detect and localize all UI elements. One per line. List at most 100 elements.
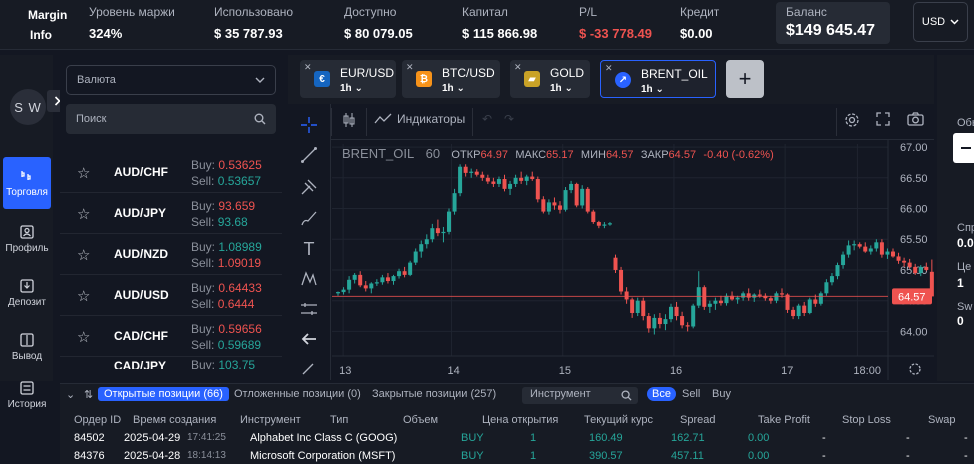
list-item[interactable]: ☆ CAD/CHF Buy: 0.59656 Sell: 0.59689 (60, 316, 282, 357)
tab-name: GOLD (550, 66, 585, 80)
collapse-tools-button[interactable] (298, 328, 320, 350)
star-icon[interactable]: ☆ (77, 205, 90, 223)
list-item[interactable]: ☆ AUD/USD Buy: 0.64433 Sell: 0.6444 (60, 275, 282, 316)
column-header[interactable]: Объем (403, 414, 438, 426)
buy-price[interactable]: 93.659 (218, 199, 255, 213)
nav-item-deposit[interactable]: Депозит (3, 267, 51, 319)
tab-timeframe[interactable]: 1h ⌄ (340, 83, 363, 94)
sell-price[interactable]: 1.09019 (218, 256, 261, 270)
filter-sell[interactable]: Sell (677, 387, 705, 401)
undo-icon: ↶ (482, 112, 493, 126)
column-header[interactable]: Stop Loss (842, 414, 891, 426)
nav-item-withdraw[interactable]: Вывод (3, 321, 51, 373)
instrument-search-input[interactable]: Поиск (66, 104, 276, 134)
candle-body (896, 256, 901, 261)
eraser-tool[interactable] (298, 360, 320, 376)
sell-price[interactable]: 0.6444 (218, 297, 255, 311)
x-tick-label: 14 (448, 365, 460, 377)
star-icon[interactable]: ☆ (77, 328, 90, 346)
nav-item-profile[interactable]: Профиль (3, 213, 51, 265)
crosshair-tool[interactable] (298, 114, 320, 136)
column-header[interactable]: Spread (680, 414, 715, 426)
column-header[interactable]: Цена открытия (482, 414, 558, 426)
close-icon[interactable]: ✕ (605, 63, 613, 74)
tab-timeframe[interactable]: 1h ⌄ (550, 83, 573, 94)
tab-open-positions[interactable]: Открытые позиции (66) (98, 387, 229, 401)
pitchfork-tool[interactable] (298, 176, 320, 198)
buy-price[interactable]: 0.64433 (218, 281, 261, 295)
buy-price[interactable]: 0.53625 (218, 158, 261, 172)
trend-line-tool[interactable] (298, 144, 320, 166)
nav-item-history[interactable]: История (3, 375, 51, 415)
candle-body (419, 244, 424, 252)
list-item[interactable]: ☆ AUD/NZD Buy: 1.08989 Sell: 1.09019 (60, 234, 282, 275)
star-icon[interactable]: ☆ (77, 164, 90, 182)
tab-pending-positions[interactable]: Отложенные позиции (0) (234, 388, 361, 400)
nav-item-trading[interactable]: Торговля (3, 157, 51, 209)
column-header[interactable]: Ордер ID (74, 414, 121, 426)
sell-price[interactable]: 93.68 (218, 215, 248, 229)
close-icon[interactable]: ✕ (304, 62, 312, 73)
candlestick-chart[interactable]: 64.0064.5065.0065.5066.0066.5067.0013141… (332, 140, 934, 380)
column-header[interactable]: Текущий курс (584, 414, 653, 426)
settings-button[interactable] (844, 112, 860, 128)
table-row[interactable]: 84502 2025-04-29 17:41:25 Alphabet Inc C… (60, 432, 974, 448)
filter-all[interactable]: Все (647, 387, 676, 401)
sort-icon[interactable]: ⇅ (84, 388, 93, 401)
close-icon[interactable]: ✕ (514, 62, 522, 73)
add-tab-button[interactable]: + (726, 60, 764, 98)
divider (366, 108, 367, 136)
sell-price[interactable]: 0.59689 (218, 338, 261, 352)
list-item[interactable]: CAD/JPY Buy: 103.75 (60, 357, 282, 369)
indicators-button[interactable]: Индикаторы (374, 112, 465, 126)
text-tool[interactable]: T (298, 238, 320, 260)
column-header[interactable]: Take Profit (758, 414, 810, 426)
divider (472, 108, 473, 136)
list-item[interactable]: ☆ AUD/JPY Buy: 93.659 Sell: 93.68 (60, 193, 282, 234)
table-row[interactable]: 84376 2025-04-28 18:14:13 Microsoft Corp… (60, 450, 974, 464)
undo-button[interactable]: ↶ (482, 112, 492, 126)
legend-change: -0.40 (-0.62%) (703, 149, 774, 161)
pattern-tool[interactable] (298, 268, 320, 290)
candle-body (741, 293, 746, 298)
category-select[interactable]: Валюта (66, 65, 276, 95)
close-icon[interactable]: ✕ (406, 62, 414, 73)
candle-type-button[interactable] (342, 112, 356, 128)
column-header[interactable]: Тип (330, 414, 348, 426)
fullscreen-button[interactable] (876, 112, 890, 126)
star-icon[interactable]: ☆ (77, 287, 90, 305)
tab-timeframe[interactable]: 1h ⌄ (442, 83, 465, 94)
buy-price[interactable]: 0.59656 (218, 322, 261, 336)
column-header[interactable]: Swap (928, 414, 956, 426)
column-header[interactable]: Инструмент (240, 414, 301, 426)
column-header[interactable]: Время создания (133, 414, 216, 426)
tab-closed-positions[interactable]: Закрытые позиции (257) (372, 388, 496, 400)
buy-price[interactable]: 1.08989 (218, 240, 261, 254)
gear-icon[interactable] (909, 363, 921, 375)
margin-info-button[interactable]: Margin Info (28, 5, 67, 45)
decrease-button[interactable] (953, 133, 974, 163)
redo-button[interactable]: ↷ (504, 112, 514, 126)
screenshot-button[interactable] (907, 112, 924, 126)
tab-timeframe[interactable]: 1h ⌄ (641, 84, 664, 95)
star-icon[interactable]: ☆ (77, 246, 90, 264)
legend-high: 65.17 (546, 149, 574, 161)
list-item[interactable]: ☆ AUD/CHF Buy: 0.53625 Sell: 0.53657 (60, 152, 282, 193)
currency-select[interactable]: USD (913, 2, 968, 42)
filter-buy[interactable]: Buy (707, 387, 736, 401)
instrument-filter-input[interactable]: Инструмент (522, 387, 638, 404)
buy-price[interactable]: 103.75 (218, 358, 255, 369)
timeframe-value: 1h (340, 83, 352, 94)
order-current-price: 162.71 (671, 432, 705, 444)
tab-eur-usd[interactable]: ✕ € EUR/USD 1h ⌄ (300, 60, 396, 98)
measure-tool[interactable] (298, 298, 320, 320)
brush-tool[interactable] (298, 207, 320, 229)
avatar[interactable]: S W (10, 89, 46, 125)
price-chart[interactable]: 64.0064.5065.0065.5066.0066.5067.0013141… (332, 140, 934, 380)
tab-gold[interactable]: ✕ ▰ GOLD 1h ⌄ (510, 60, 590, 98)
sell-price[interactable]: 0.53657 (218, 174, 261, 188)
candle-body (402, 271, 407, 275)
tab-brent-oil[interactable]: ✕ ↗ BRENT_OIL 1h ⌄ (600, 60, 716, 98)
collapse-panel-button[interactable]: ⌄ (66, 388, 75, 401)
tab-btc-usd[interactable]: ✕ ₿ BTC/USD 1h ⌄ (402, 60, 500, 98)
